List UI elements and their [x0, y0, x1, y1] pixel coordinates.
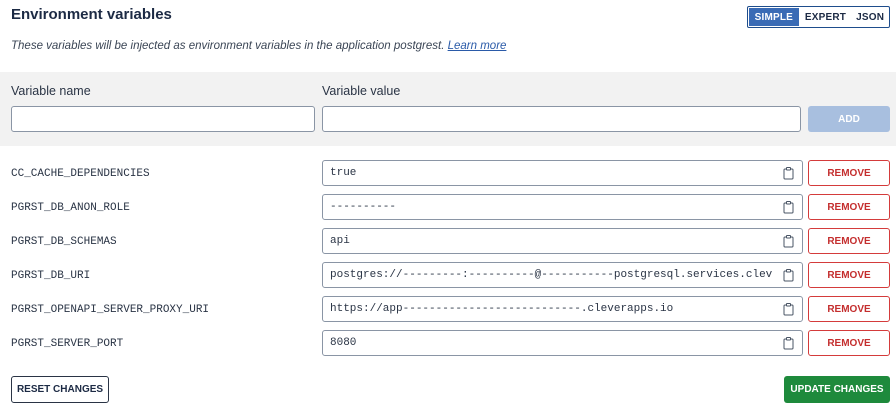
remove-button[interactable]: REMOVE	[808, 262, 890, 288]
variable-name: CC_CACHE_DEPENDENCIES	[11, 168, 150, 180]
variable-value-input[interactable]: true	[322, 160, 803, 186]
variable-name-label: Variable name	[11, 84, 91, 98]
remove-button[interactable]: REMOVE	[808, 160, 890, 186]
remove-button[interactable]: REMOVE	[808, 330, 890, 356]
add-button[interactable]: ADD	[808, 106, 890, 132]
variable-name: PGRST_DB_ANON_ROLE	[11, 202, 130, 214]
variable-value: postgres://---------:----------@--------…	[330, 269, 773, 281]
clipboard-icon[interactable]	[783, 201, 794, 214]
mode-simple-button[interactable]: SIMPLE	[749, 8, 799, 26]
remove-button[interactable]: REMOVE	[808, 228, 890, 254]
variable-name-input[interactable]	[11, 106, 315, 132]
description-text: These variables will be injected as envi…	[11, 40, 448, 52]
variable-value-label: Variable value	[322, 84, 401, 98]
variable-value-input[interactable]: ----------	[322, 194, 803, 220]
page-title: Environment variables	[11, 6, 172, 23]
variable-name: PGRST_DB_SCHEMAS	[11, 236, 117, 248]
remove-button[interactable]: REMOVE	[808, 296, 890, 322]
clipboard-icon[interactable]	[783, 337, 794, 350]
variable-value: true	[330, 167, 357, 179]
clipboard-icon[interactable]	[783, 235, 794, 248]
variable-value: https://app---------------------------.c…	[330, 303, 674, 315]
variable-value-input[interactable]	[322, 106, 801, 132]
clipboard-icon[interactable]	[783, 167, 794, 180]
variable-value-input[interactable]: api	[322, 228, 803, 254]
variable-value-input[interactable]: postgres://---------:----------@--------…	[322, 262, 803, 288]
remove-button[interactable]: REMOVE	[808, 194, 890, 220]
update-changes-button[interactable]: UPDATE CHANGES	[784, 376, 890, 403]
mode-switch: SIMPLE EXPERT JSON	[747, 6, 890, 28]
variable-name: PGRST_OPENAPI_SERVER_PROXY_URI	[11, 304, 210, 316]
variable-value: api	[330, 235, 350, 247]
mode-expert-button[interactable]: EXPERT	[800, 7, 852, 27]
mode-json-button[interactable]: JSON	[851, 7, 889, 27]
variable-name: PGRST_DB_URI	[11, 270, 91, 282]
variable-name: PGRST_SERVER_PORT	[11, 338, 124, 350]
clipboard-icon[interactable]	[783, 303, 794, 316]
variable-value: 8080	[330, 337, 357, 349]
learn-more-link[interactable]: Learn more	[448, 40, 507, 52]
reset-changes-button[interactable]: RESET CHANGES	[11, 376, 109, 403]
variable-value-input[interactable]: https://app---------------------------.c…	[322, 296, 803, 322]
description: These variables will be injected as envi…	[11, 40, 506, 52]
variable-value: ----------	[330, 201, 397, 213]
clipboard-icon[interactable]	[783, 269, 794, 282]
variable-value-input[interactable]: 8080	[322, 330, 803, 356]
